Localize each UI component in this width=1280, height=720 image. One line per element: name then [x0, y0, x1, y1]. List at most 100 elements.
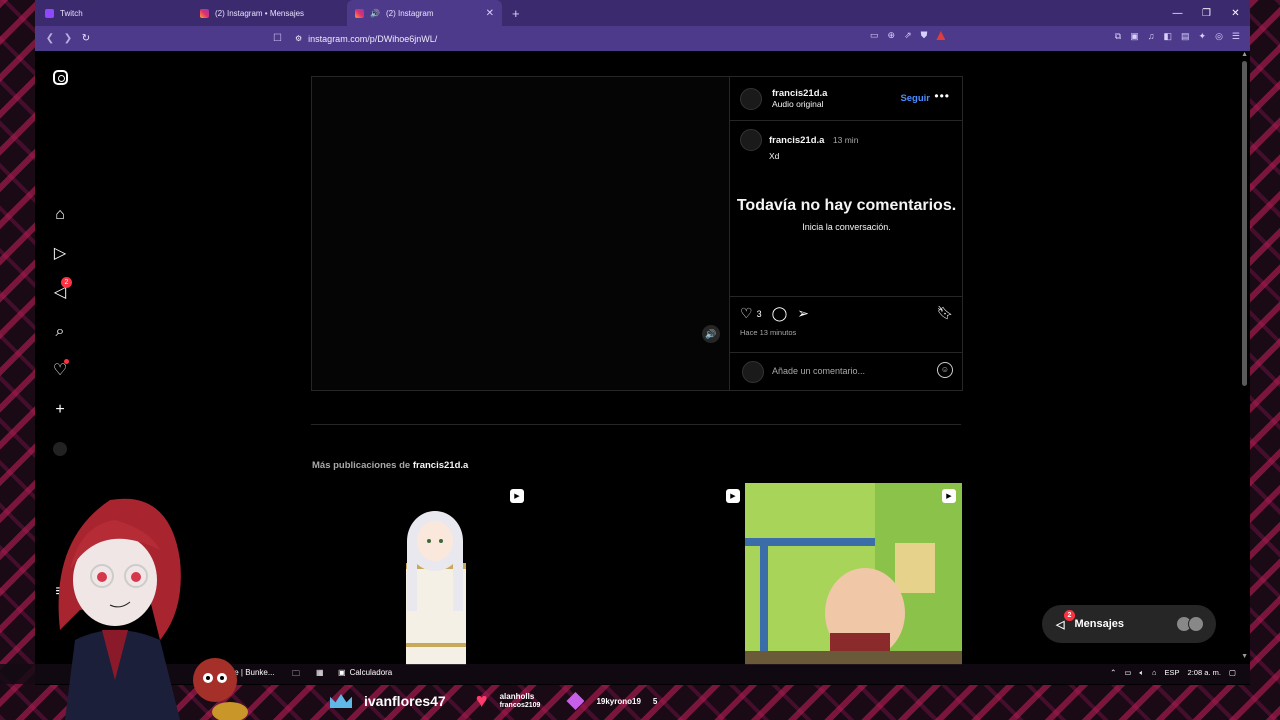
- url-field[interactable]: ☐ ⚙ instagram.com/p/DWihoe6jnWL/: [273, 30, 870, 47]
- tab-bar: Twitch (2) Instagram • Mensajes 🔊 (2) In…: [35, 0, 1250, 26]
- chevron-up-icon[interactable]: ⌃: [1110, 668, 1116, 678]
- browser-window: Twitch (2) Instagram • Mensajes 🔊 (2) In…: [35, 0, 1250, 685]
- leo-icon[interactable]: ✦: [1199, 31, 1207, 42]
- tab-instagram-messages[interactable]: (2) Instagram • Mensajes: [192, 0, 347, 26]
- clock[interactable]: 2:08 a. m.: [1188, 668, 1221, 678]
- more-posts-prefix: Más publicaciones de: [312, 460, 411, 471]
- volume-icon[interactable]: 🔈︎: [1140, 668, 1145, 678]
- heart-user-2: francos2109: [499, 702, 541, 709]
- scrollbar[interactable]: [1242, 61, 1247, 386]
- emoji-icon[interactable]: ☺: [937, 362, 953, 378]
- share-icon[interactable]: ⇗: [904, 30, 912, 41]
- taskbar-calculator[interactable]: ▣ Calculadora: [338, 668, 392, 677]
- scroll-up-icon[interactable]: ▲: [1241, 51, 1248, 58]
- like-icon[interactable]: ♡: [740, 305, 753, 322]
- home-icon[interactable]: ⌂: [49, 204, 71, 226]
- reels-icon[interactable]: ▷: [49, 242, 71, 264]
- zoom-icon[interactable]: ⊕: [888, 30, 896, 41]
- twitch-icon: [45, 8, 54, 18]
- sidebar-icon[interactable]: ◧: [1163, 31, 1172, 42]
- folder-icon[interactable]: 🗀: [292, 668, 300, 682]
- comment-icon[interactable]: ◯: [772, 305, 788, 322]
- close-icon[interactable]: ✕: [1221, 0, 1250, 26]
- system-tray: ⌃ ▭ 🔈︎ ⌂ ESP 2:08 a. m. ▢: [1110, 668, 1236, 678]
- share-icon[interactable]: ➢: [797, 305, 809, 322]
- music-icon[interactable]: ♫: [1148, 31, 1155, 42]
- page-content: ▲ ▼ ⌂ ▷ ◁2 ⌕ ♡ + ≡ 🔊 fra: [35, 51, 1250, 685]
- tab-search-icon[interactable]: ▣: [1130, 31, 1139, 42]
- follow-button[interactable]: Seguir: [900, 93, 930, 104]
- forward-icon[interactable]: ❯: [59, 33, 77, 44]
- bookmark-icon[interactable]: ☐: [273, 33, 282, 44]
- new-tab-icon[interactable]: +: [512, 6, 520, 21]
- wallet-icon[interactable]: ▤: [1181, 31, 1190, 42]
- empty-comments: Todavía no hay comentarios. Inicia la co…: [730, 195, 963, 232]
- instagram-logo-icon[interactable]: [49, 66, 71, 88]
- back-icon[interactable]: ❮: [41, 33, 59, 44]
- audio-label[interactable]: Audio original: [772, 99, 827, 109]
- caption-username[interactable]: francis21d.a: [769, 135, 824, 146]
- post-panel: 🔊 francis21d.a Audio original Seguir •••…: [311, 76, 963, 391]
- profile-avatar-icon[interactable]: [49, 438, 71, 460]
- empty-comments-sub: Inicia la conversación.: [802, 222, 891, 232]
- reel-icon: ▶: [942, 489, 956, 503]
- reel-icon: ▶: [510, 489, 524, 503]
- divider: [311, 424, 961, 425]
- search-icon[interactable]: ⌕: [49, 321, 71, 343]
- comment-input[interactable]: Añade un comentario...: [772, 366, 865, 376]
- reel-icon: ▶: [726, 489, 740, 503]
- character-illustration: [406, 511, 466, 665]
- post-video[interactable]: 🔊: [312, 77, 729, 390]
- messages-pill[interactable]: ◁ 2 Mensajes: [1042, 605, 1216, 643]
- caption-text: Xd: [769, 151, 780, 161]
- more-posts-username[interactable]: francis21d.a: [413, 460, 468, 471]
- messages-icon[interactable]: ◁ 2: [49, 277, 72, 303]
- language-indicator[interactable]: ESP: [1165, 668, 1180, 678]
- tab-twitch[interactable]: Twitch: [37, 0, 192, 26]
- warning-icon[interactable]: [936, 31, 946, 40]
- avatar[interactable]: [740, 129, 762, 151]
- app-icon[interactable]: ▦: [316, 668, 324, 677]
- instagram-icon: [200, 8, 209, 18]
- extension-icon[interactable]: ⧉: [1115, 31, 1121, 42]
- like-count[interactable]: 3: [757, 309, 762, 319]
- tab-label: Twitch: [60, 8, 83, 18]
- notification-dot: [64, 359, 69, 364]
- scroll-down-icon[interactable]: ▼: [1241, 653, 1248, 660]
- vtuber-avatar: [58, 498, 181, 720]
- url-tools: ▭ ⊕ ⇗ ⛊: [870, 30, 946, 41]
- avatar-group: [1176, 616, 1204, 632]
- avatar[interactable]: [740, 88, 762, 110]
- messages-label: Mensajes: [1074, 618, 1124, 630]
- address-bar: ❮ ❯ ↻ ☐ ⚙ instagram.com/p/DWihoe6jnWL/ ▭…: [35, 26, 1250, 51]
- mascot-sticker: [193, 658, 248, 720]
- notifications-icon[interactable]: ▢: [1229, 668, 1236, 678]
- notifications-heart-icon[interactable]: ♡: [49, 359, 71, 381]
- usb-icon[interactable]: ▭: [1124, 668, 1131, 678]
- heart-icon: ♥: [475, 689, 488, 712]
- vpn-icon[interactable]: ◎: [1215, 31, 1223, 42]
- minimize-icon[interactable]: —: [1163, 0, 1192, 26]
- tab-label: (2) Instagram: [385, 8, 434, 18]
- network-icon[interactable]: ⌂: [1152, 668, 1157, 678]
- post-thumbnail-3[interactable]: ▶: [745, 483, 962, 665]
- post-thumbnail-2[interactable]: ▶: [527, 483, 742, 665]
- restore-icon[interactable]: ❐: [1192, 0, 1221, 26]
- menu-icon[interactable]: ☰: [1232, 31, 1240, 42]
- close-tab-icon[interactable]: ✕: [486, 8, 494, 19]
- create-icon[interactable]: +: [49, 399, 71, 421]
- tab-instagram[interactable]: 🔊 (2) Instagram ✕: [347, 0, 502, 26]
- save-bookmark-icon[interactable]: 🔖︎: [936, 305, 953, 321]
- cast-icon[interactable]: ▭: [870, 30, 879, 41]
- post-thumbnail-1[interactable]: ▶: [311, 483, 526, 665]
- audio-toggle-icon[interactable]: 🔊: [702, 325, 720, 343]
- author-username[interactable]: francis21d.a: [772, 88, 827, 99]
- reload-icon[interactable]: ↻: [77, 33, 95, 44]
- site-settings-icon[interactable]: ⚙: [295, 34, 302, 43]
- extension-tools: ⧉ ▣ ♫ ◧ ▤ ✦ ◎ ☰: [1115, 31, 1240, 42]
- shield-icon[interactable]: ⛊: [921, 30, 928, 41]
- comment-box: Añade un comentario... ☺: [730, 352, 963, 390]
- more-posts-title: Más publicaciones de francis21d.a: [312, 460, 468, 471]
- more-options-icon[interactable]: •••: [934, 89, 950, 103]
- post-actions: ♡ 3 ◯ ➢ 🔖︎ Hace 13 minutos Añade un come…: [730, 296, 963, 390]
